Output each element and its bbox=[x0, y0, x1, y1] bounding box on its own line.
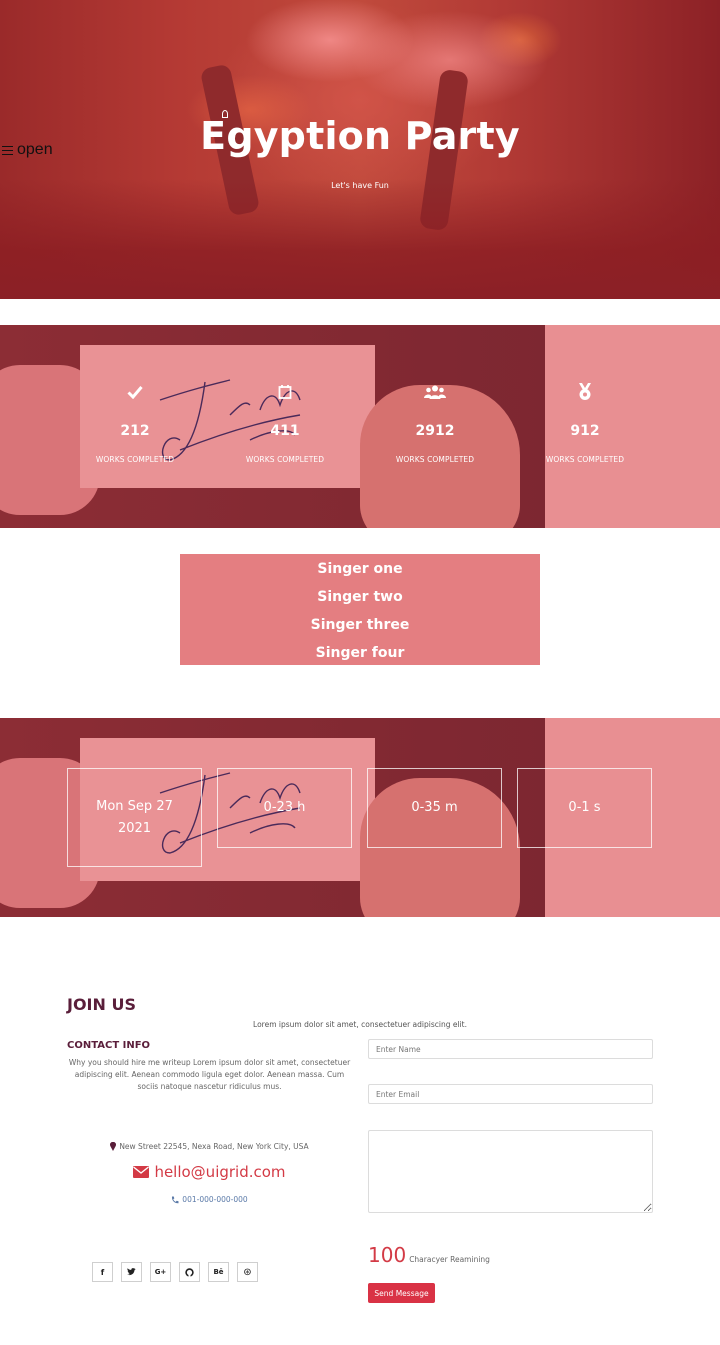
stats-section: 212 WORKS COMPLETED 411 WORKS COMPLETED … bbox=[0, 325, 720, 528]
dribbble-icon: ⊛ bbox=[243, 1266, 252, 1278]
twitter-button[interactable] bbox=[121, 1262, 142, 1282]
countdown-date: Mon Sep 27 2021 bbox=[67, 768, 202, 867]
stat-item: 912 WORKS COMPLETED bbox=[510, 383, 660, 464]
map-marker-icon bbox=[110, 1142, 117, 1151]
address-text: New Street 22545, Nexa Road, New York Ci… bbox=[119, 1142, 309, 1151]
stat-item: 411 WORKS COMPLETED bbox=[210, 383, 360, 464]
check-icon bbox=[60, 383, 210, 401]
stat-label: WORKS COMPLETED bbox=[95, 455, 175, 464]
dribbble-button[interactable]: ⊛ bbox=[237, 1262, 258, 1282]
contact-email-link[interactable]: hello@uigrid.com bbox=[67, 1163, 352, 1181]
stat-label: WORKS COMPLETED bbox=[245, 455, 325, 464]
stat-item: 2912 WORKS COMPLETED bbox=[360, 383, 510, 464]
countdown-date-line2: 2021 bbox=[117, 820, 152, 836]
envelope-icon bbox=[133, 1166, 150, 1178]
calendar-icon bbox=[210, 383, 360, 401]
countdown-date-line1: Mon Sep 27 bbox=[96, 798, 173, 814]
twitter-icon bbox=[127, 1268, 136, 1276]
remaining-label: Characyer Reamining bbox=[409, 1255, 490, 1264]
github-button[interactable] bbox=[179, 1262, 200, 1282]
singer-item[interactable]: Singer three bbox=[180, 617, 540, 633]
stat-value: 212 bbox=[120, 423, 150, 439]
countdown-hours: 0-23 h bbox=[217, 768, 352, 848]
contact-info-text: Why you should hire me writeup Lorem ips… bbox=[68, 1058, 351, 1091]
hero-background-crowd bbox=[0, 179, 720, 299]
countdown-section: Mon Sep 27 2021 0-23 h 0-35 m 0-1 s bbox=[0, 718, 720, 917]
hero-banner: open Egyption Party Let's have Fun bbox=[0, 0, 720, 299]
facebook-button[interactable]: f bbox=[92, 1262, 113, 1282]
stat-value: 2912 bbox=[415, 423, 455, 439]
page-title: Egyption Party bbox=[200, 114, 520, 158]
singers-list: Singer one Singer two Singer three Singe… bbox=[180, 554, 540, 665]
social-links: f G+ Bē ⊛ bbox=[92, 1262, 258, 1282]
contact-phone-link[interactable]: 001-000-000-000 bbox=[67, 1195, 352, 1204]
countdown-minutes: 0-35 m bbox=[367, 768, 502, 848]
stat-label: WORKS COMPLETED bbox=[395, 455, 475, 464]
name-input[interactable] bbox=[368, 1039, 653, 1059]
send-message-button[interactable]: Send Message bbox=[368, 1283, 435, 1303]
google-plus-button[interactable]: G+ bbox=[150, 1262, 171, 1282]
join-us-heading: JOIN US bbox=[67, 995, 136, 1014]
page-subtitle: Let's have Fun bbox=[331, 181, 389, 190]
behance-button[interactable]: Bē bbox=[208, 1262, 229, 1282]
message-textarea[interactable] bbox=[368, 1130, 653, 1213]
characters-remaining: 100 Characyer Reamining bbox=[368, 1243, 490, 1267]
singer-item[interactable]: Singer four bbox=[180, 645, 540, 661]
contact-address: New Street 22545, Nexa Road, New York Ci… bbox=[67, 1142, 352, 1151]
email-text: hello@uigrid.com bbox=[154, 1163, 286, 1181]
behance-icon: Bē bbox=[213, 1268, 224, 1276]
stat-item: 212 WORKS COMPLETED bbox=[60, 383, 210, 464]
stat-label: WORKS COMPLETED bbox=[545, 455, 625, 464]
email-input[interactable] bbox=[368, 1084, 653, 1104]
facebook-icon: f bbox=[100, 1267, 105, 1277]
join-us-subtitle: Lorem ipsum dolor sit amet, consectetuer… bbox=[253, 1020, 467, 1029]
stat-value: 912 bbox=[570, 423, 600, 439]
remaining-count: 100 bbox=[368, 1243, 407, 1267]
contact-info-heading: CONTACT INFO bbox=[67, 1040, 151, 1051]
singer-item[interactable]: Singer two bbox=[180, 589, 540, 605]
phone-icon bbox=[172, 1196, 179, 1203]
google-plus-icon: G+ bbox=[154, 1268, 167, 1276]
phone-text: 001-000-000-000 bbox=[182, 1195, 248, 1204]
singer-item[interactable]: Singer one bbox=[180, 561, 540, 577]
countdown-seconds: 0-1 s bbox=[517, 768, 652, 848]
stat-value: 411 bbox=[270, 423, 300, 439]
medal-icon bbox=[510, 383, 660, 401]
github-icon bbox=[185, 1267, 194, 1277]
users-icon bbox=[360, 383, 510, 401]
